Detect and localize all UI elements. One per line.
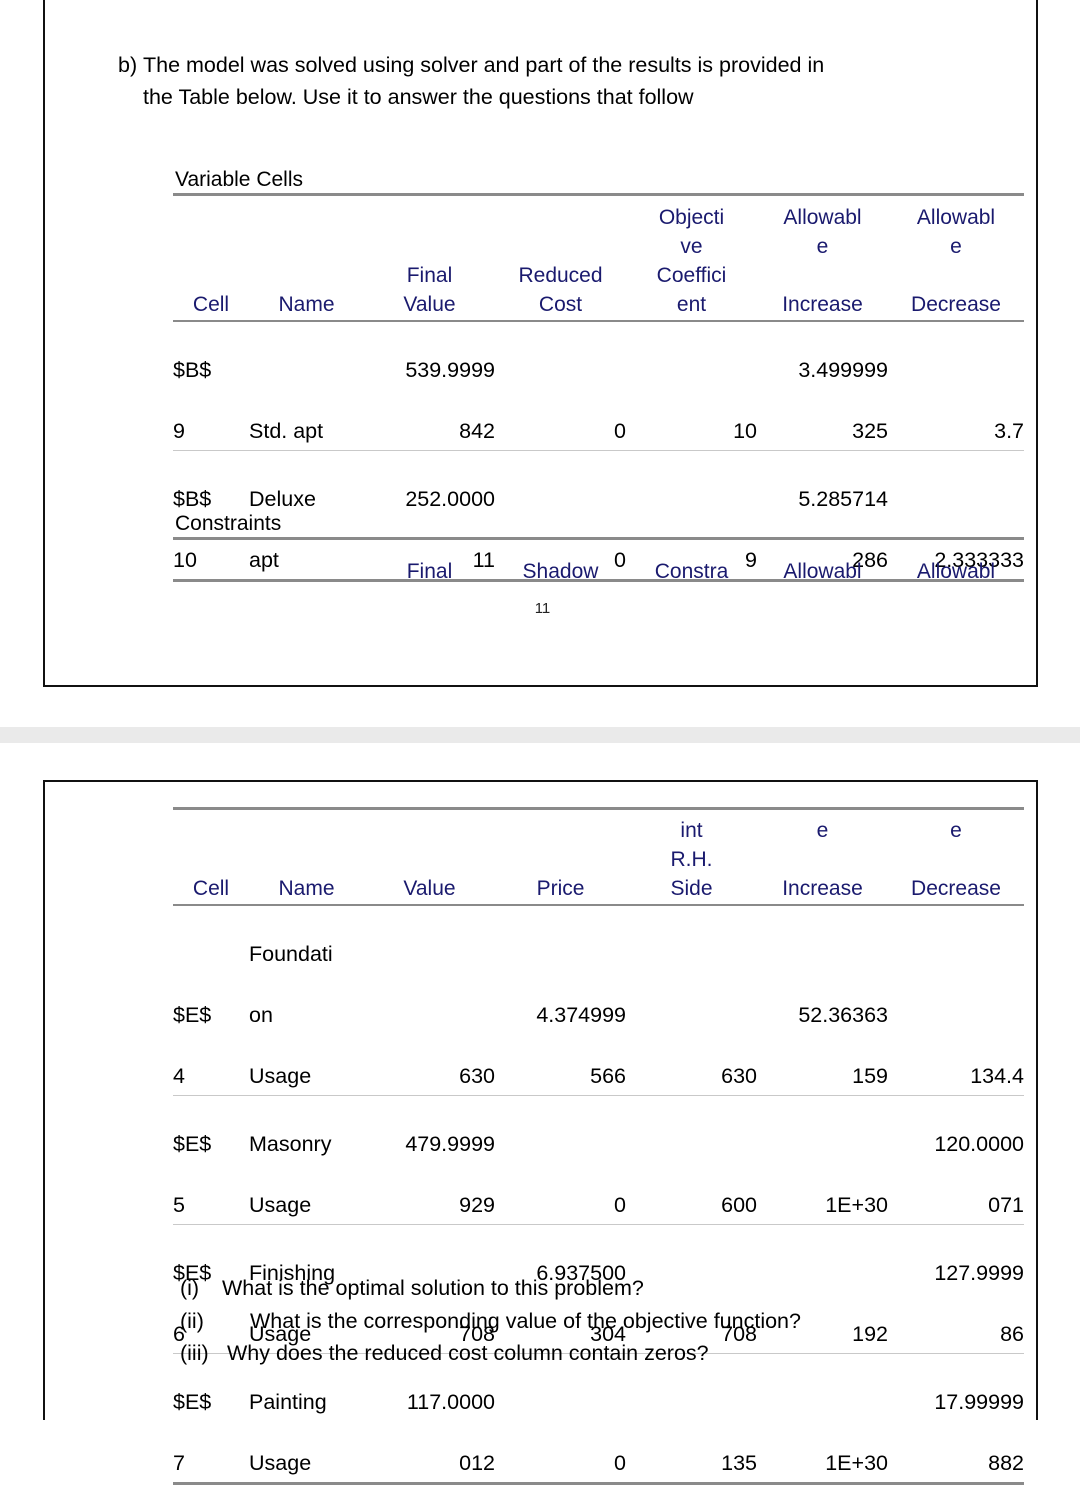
col-header-allowable-increase: e Increase	[757, 807, 888, 904]
variable-cells-caption: Variable Cells	[175, 168, 303, 191]
col-header-reduced-cost: Reduced Cost	[495, 193, 626, 320]
cell-reduced-cost: 0	[495, 320, 626, 451]
cell-allowable-decrease: 134.4	[888, 904, 1024, 1096]
col-header-allowable-decrease: e Decrease	[888, 807, 1024, 904]
document-page-1: b) The model was solved using solver and…	[43, 0, 1038, 687]
document-page-2: Cell Name Value Price int R.H. Side e In…	[43, 780, 1038, 1485]
col-header-cell	[173, 537, 249, 587]
constraints-table: Cell Name Value Price int R.H. Side e In…	[173, 807, 1024, 1485]
cell-name: Painting Usage	[249, 1353, 364, 1485]
constraints-section: Constraints Final Shadow Constra Allowab…	[173, 512, 1024, 587]
intro-line-1: b) The model was solved using solver and…	[118, 50, 998, 82]
question-text: What is the optimal solution to this pro…	[222, 1276, 644, 1300]
question-marker: (ii)	[180, 1308, 204, 1333]
question-item: (i) What is the optimal solution to this…	[180, 1272, 1010, 1305]
col-header-shadow-price: Price	[495, 807, 626, 904]
table-row: $E$ 7 Painting Usage 117.0000 012 0 135 …	[173, 1353, 1024, 1485]
col-header-cell: Cell	[173, 193, 249, 320]
cell-allowable-decrease: 3.7	[888, 320, 1024, 451]
question-item: (iii) Why does the reduced cost column c…	[180, 1337, 1010, 1370]
col-header-allowable-increase: Allowabl	[757, 537, 888, 587]
col-header-final-value: Final Value	[364, 193, 495, 320]
intro-paragraph: b) The model was solved using solver and…	[118, 50, 998, 114]
table-row: $B$ 9 Std. apt 539.9999 842 0 10 3.49999…	[173, 320, 1024, 451]
cell-ref: $B$ 9	[173, 320, 249, 451]
cell-constraint-rh-side: 600	[626, 1095, 757, 1225]
col-header-shadow: Shadow	[495, 537, 626, 587]
constraints-caption: Constraints	[175, 512, 282, 535]
page-separator-band	[0, 727, 1080, 743]
constraints-tbody: $E$ 4 Foundati on Usage 630 4.374999 566…	[173, 904, 1024, 1485]
cell-final-value: 117.0000 012	[364, 1353, 495, 1485]
cell-final-value: 539.9999 842	[364, 320, 495, 451]
col-header-allowable-decrease: Allowabl e Decrease	[888, 193, 1024, 320]
col-header-cell: Cell	[173, 807, 249, 904]
variable-cells-top-rule: Cell Name Final Value Reduced Cost Objec	[173, 193, 1024, 320]
cell-name: Masonry Usage	[249, 1095, 364, 1225]
table-row: $E$ 4 Foundati on Usage 630 4.374999 566…	[173, 904, 1024, 1096]
col-header-name	[249, 537, 364, 587]
question-marker: (iii)	[180, 1341, 209, 1366]
constraints-continued-thead: Cell Name Value Price int R.H. Side e In…	[173, 807, 1024, 905]
cell-shadow-price: 4.374999 566	[495, 904, 626, 1096]
page-1-content: b) The model was solved using solver and…	[45, 0, 1036, 685]
cell-allowable-increase: 1E+30	[757, 1353, 888, 1485]
question-text: What is the corresponding value of the o…	[250, 1308, 801, 1333]
table-row: $E$ 5 Masonry Usage 479.9999 929 0 600 1…	[173, 1095, 1024, 1225]
col-header-final: Final	[364, 537, 495, 587]
cell-constraint-rh-side: 630	[626, 904, 757, 1096]
col-header-objective-coefficient: Objecti ve Coeffici ent	[626, 193, 757, 320]
page-2-content: Cell Name Value Price int R.H. Side e In…	[45, 782, 1036, 1485]
cell-allowable-increase: 3.499999 325	[757, 320, 888, 451]
cell-ref: $E$ 4	[173, 904, 249, 1096]
constraints-continued-section: Cell Name Value Price int R.H. Side e In…	[173, 807, 1024, 1485]
page-number: 11	[534, 600, 551, 617]
cell-allowable-decrease: 17.99999 882	[888, 1353, 1024, 1485]
cell-shadow-price: 0	[495, 1095, 626, 1225]
variable-cells-thead: Cell Name Final Value Reduced Cost Objec	[173, 193, 1024, 321]
intro-line-2: the Table below. Use it to answer the qu…	[118, 82, 998, 114]
question-marker: (i)	[180, 1276, 200, 1300]
cell-allowable-decrease: 120.0000 071	[888, 1095, 1024, 1225]
question-item: (ii) What is the corresponding value of …	[180, 1305, 1010, 1338]
cell-shadow-price: 0	[495, 1353, 626, 1485]
constraints-thead: Final Shadow Constra Allowabl Allowabl	[173, 537, 1024, 587]
col-header-name: Name	[249, 193, 364, 320]
col-header-constraint-rh-side: int R.H. Side	[626, 807, 757, 904]
cell-ref: $E$ 7	[173, 1353, 249, 1485]
intro-list-marker: b)	[118, 53, 138, 77]
cell-allowable-increase: 1E+30	[757, 1095, 888, 1225]
intro-line-1-text: The model was solved using solver and pa…	[143, 53, 825, 77]
constraints-table-header: Final Shadow Constra Allowabl Allowabl	[173, 537, 1024, 587]
cell-objective-coefficient: 10	[626, 320, 757, 451]
cell-final-value: 630	[364, 904, 495, 1096]
questions-list: (i) What is the optimal solution to this…	[180, 1272, 1010, 1370]
col-header-allowable-decrease: Allowabl	[888, 537, 1024, 587]
constraints-top-rule: Final Shadow Constra Allowabl Allowabl	[173, 537, 1024, 587]
col-header-allowable-increase: Allowabl e Increase	[757, 193, 888, 320]
intro-line-2-text: the Table below. Use it to answer the qu…	[143, 84, 694, 109]
cell-name: Foundati on Usage	[249, 904, 364, 1096]
cell-ref: $E$ 5	[173, 1095, 249, 1225]
col-header-constraint: Constra	[626, 537, 757, 587]
cell-allowable-increase: 52.36363 159	[757, 904, 888, 1096]
col-header-final-value: Value	[364, 807, 495, 904]
cell-constraint-rh-side: 135	[626, 1353, 757, 1485]
constraints-continued-top-rule: Cell Name Value Price int R.H. Side e In…	[173, 807, 1024, 904]
col-header-name: Name	[249, 807, 364, 904]
cell-final-value: 479.9999 929	[364, 1095, 495, 1225]
question-text: Why does the reduced cost column contain…	[227, 1341, 709, 1366]
cell-name: Std. apt	[249, 320, 364, 451]
